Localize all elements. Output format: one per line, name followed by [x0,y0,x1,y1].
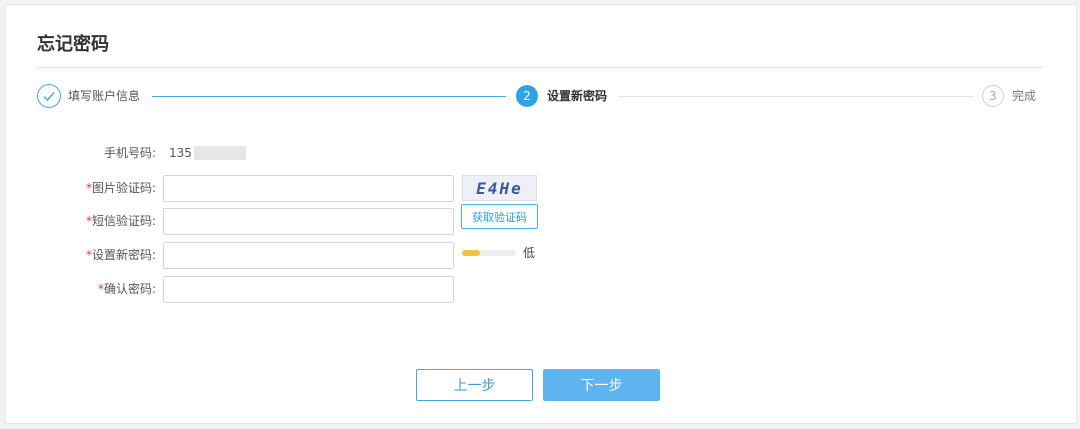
step-connector-1 [152,96,506,97]
step-3-label: 完成 [1012,89,1037,103]
phone-label: 手机号码: [103,146,156,160]
new-password-label-text: 设置新密码: [91,248,156,262]
page-title: 忘记密码 [37,34,109,55]
captcha-label-text: 图片验证码: [91,181,156,195]
step-2-label: 设置新密码 [547,89,608,103]
title-divider [37,67,1043,68]
captcha-image[interactable]: E4He [462,175,537,201]
password-strength-bar [462,250,516,256]
check-icon [43,92,55,102]
password-strength-fill [462,250,480,256]
get-sms-code-button[interactable]: 获取验证码 [461,204,538,229]
confirm-password-input[interactable] [163,276,454,303]
captcha-label: *图片验证码: [6,180,156,196]
sms-label: *短信验证码: [6,213,156,229]
captcha-input[interactable] [163,175,454,202]
step-2-number: 2 [516,85,538,107]
new-password-input[interactable] [163,242,454,269]
sms-code-input[interactable] [163,208,454,235]
confirm-password-label: *确认密码: [6,281,156,297]
step-3-number: 3 [982,85,1004,107]
phone-mask [194,146,246,160]
step-connector-2 [618,96,974,97]
new-password-label: *设置新密码: [6,247,156,263]
previous-step-button[interactable]: 上一步 [416,369,533,401]
confirm-password-label-text: 确认密码: [103,282,156,296]
step-1-check-icon [37,84,61,108]
next-step-button[interactable]: 下一步 [543,369,660,401]
sms-label-text: 短信验证码: [91,214,156,228]
phone-value: 135 [169,146,192,160]
step-1-label: 填写账户信息 [68,89,141,103]
password-strength-label: 低 [523,246,536,260]
